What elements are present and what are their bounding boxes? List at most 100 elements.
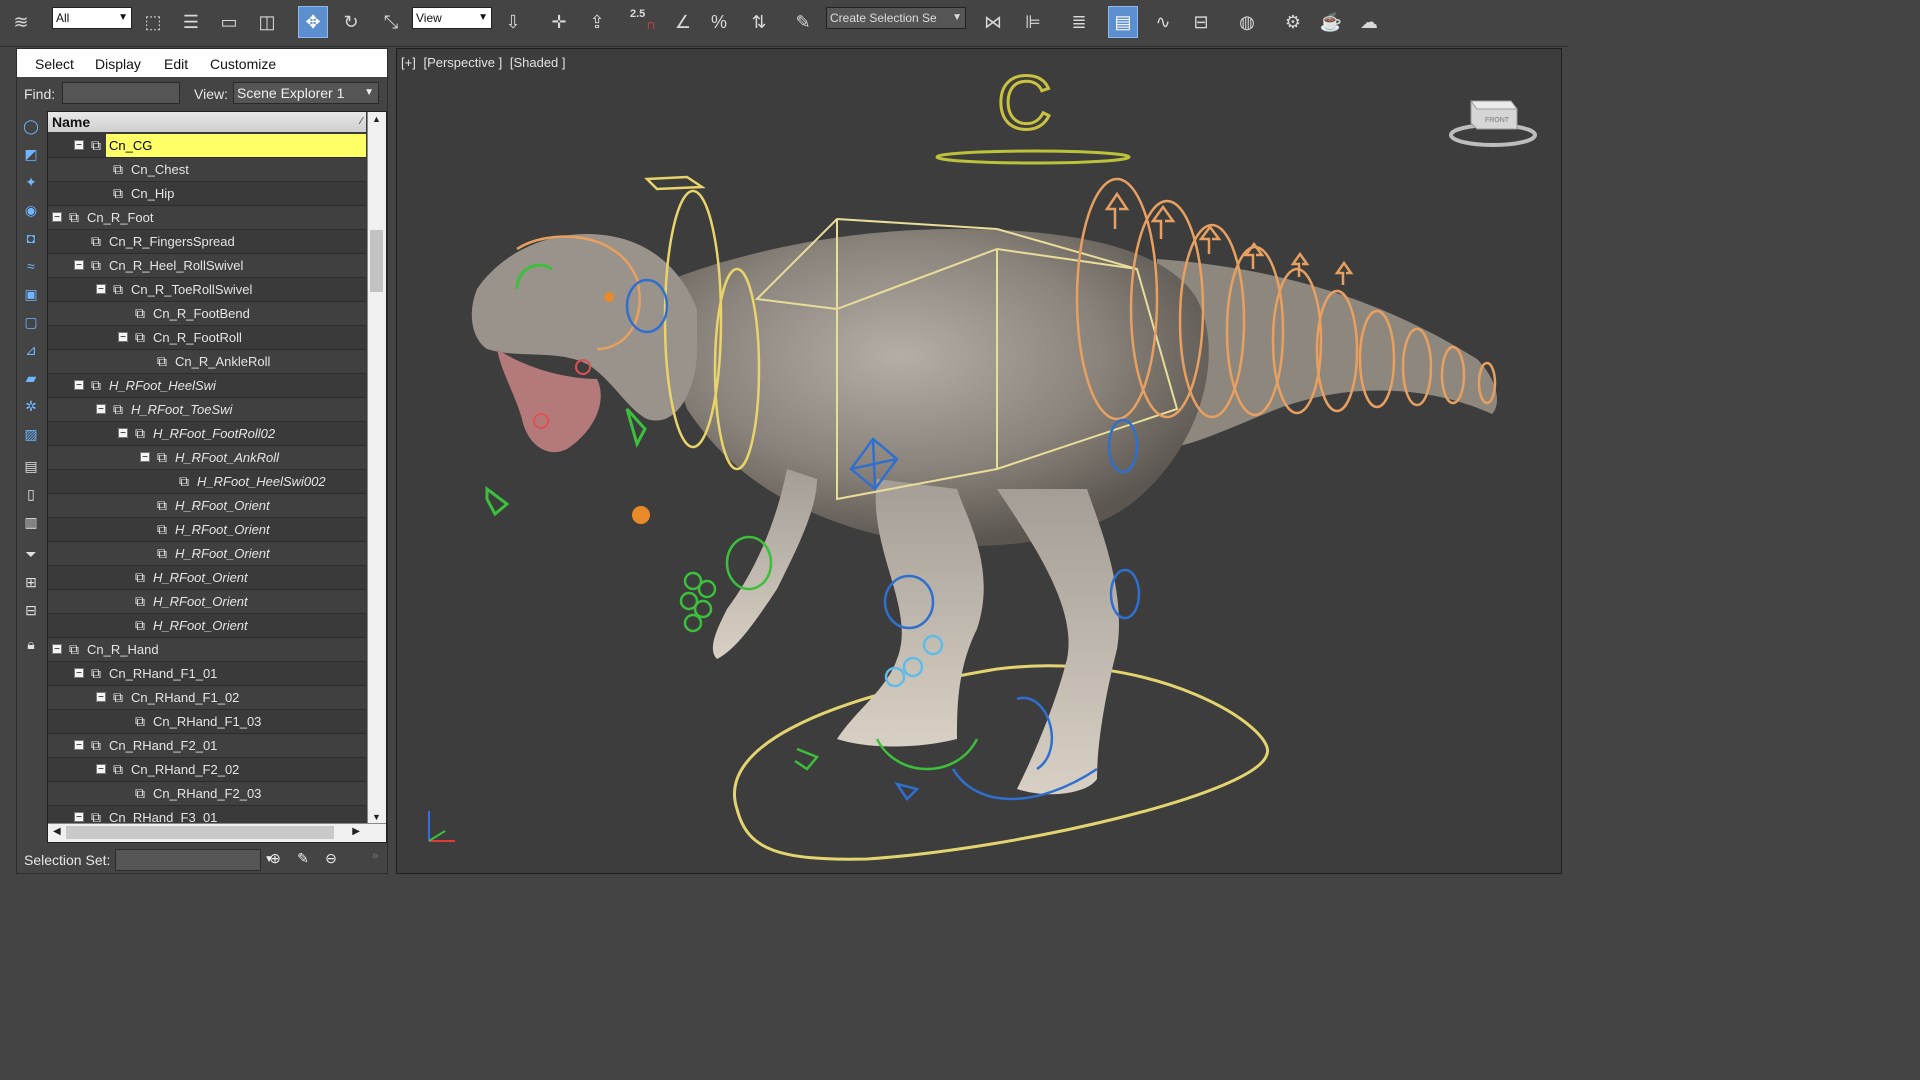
collapse-panel-icon[interactable]: » — [365, 850, 385, 870]
helper-object-icon[interactable]: ⧉ — [66, 209, 82, 225]
helper-object-icon[interactable]: ⧉ — [132, 785, 148, 801]
table-row[interactable]: ⧉ H_RFoot_Orient — [48, 566, 366, 590]
cog-halo-ring[interactable] — [935, 149, 1131, 165]
vertical-scrollbar[interactable]: ▲ ▼ — [367, 112, 386, 824]
helper-object-icon[interactable]: ⧉ — [132, 713, 148, 729]
viewport-menu-label[interactable]: [+] — [401, 55, 416, 70]
material-editor-icon[interactable]: ◍ — [1232, 6, 1262, 38]
display-frozen-icon[interactable]: ✲ — [20, 395, 42, 417]
logo-icon[interactable]: ≋ — [6, 6, 36, 38]
display-groups-icon[interactable]: ▣ — [20, 283, 42, 305]
helper-object-icon[interactable]: ⧉ — [132, 305, 148, 321]
collapse-toggle-icon[interactable]: − — [118, 428, 128, 439]
table-row[interactable]: ⧉ Cn_RHand_F1_03 — [48, 710, 366, 734]
object-name-label[interactable]: H_RFoot_FootRoll02 — [150, 422, 278, 445]
table-row[interactable]: − ⧉ Cn_RHand_F1_02 — [48, 686, 366, 710]
scroll-right-icon[interactable]: ▶ — [352, 826, 360, 837]
helper-object-icon[interactable]: ⧉ — [154, 449, 170, 465]
keyboard-shortcut-icon[interactable]: ⇪ — [582, 6, 612, 38]
display-shapes-icon[interactable]: ◩ — [20, 143, 42, 165]
object-name-label[interactable]: Cn_R_AnkleRoll — [172, 350, 273, 373]
curve-editor-icon[interactable]: ∿ — [1148, 6, 1178, 38]
viewcube-icon[interactable]: FRONT — [1447, 95, 1539, 155]
helper-object-icon[interactable]: ⧉ — [110, 761, 126, 777]
object-name-label[interactable]: H_RFoot_ToeSwi — [128, 398, 235, 421]
window-crossing-icon[interactable]: ◫ — [252, 6, 282, 38]
collapse-toggle-icon[interactable]: − — [96, 764, 106, 775]
collapse-toggle-icon[interactable]: − — [74, 812, 84, 823]
object-name-label[interactable]: Cn_R_FingersSpread — [106, 230, 238, 253]
percent-snap-icon[interactable]: % — [704, 6, 734, 38]
rectangular-selection-icon[interactable]: ▭ — [214, 6, 244, 38]
table-row[interactable]: − ⧉ H_RFoot_HeelSwi — [48, 374, 366, 398]
helper-object-icon[interactable]: ⧉ — [66, 641, 82, 657]
snap-toggle-icon[interactable]: ∩ — [636, 12, 666, 36]
name-column-header[interactable]: Name ⁄ — [48, 112, 366, 132]
object-name-label[interactable]: H_RFoot_Orient — [150, 566, 251, 589]
helper-object-icon[interactable]: ⧉ — [176, 473, 192, 489]
display-xrefs-icon[interactable]: ▢ — [20, 311, 42, 333]
named-selection-dropdown[interactable]: Create Selection Se ▼ — [826, 7, 966, 29]
mirror-icon[interactable]: ⋈ — [978, 6, 1008, 38]
viewport-pov-label[interactable]: [Perspective ] — [423, 55, 502, 70]
display-all-icon[interactable]: ▤ — [20, 455, 42, 477]
helper-object-icon[interactable]: ⧉ — [132, 329, 148, 345]
lock-icon[interactable]: 🔒︎ — [20, 633, 42, 655]
viewport-label[interactable]: [+] [Perspective ] [Shaded ] — [401, 55, 570, 70]
object-name-label[interactable]: Cn_R_FootRoll — [150, 326, 245, 349]
helper-object-icon[interactable]: ⧉ — [154, 497, 170, 513]
table-row[interactable]: ⧉ H_RFoot_Orient — [48, 542, 366, 566]
select-object-icon[interactable]: ⬚ — [138, 6, 168, 38]
filter-icon[interactable]: ⏷ — [20, 543, 42, 565]
object-name-label[interactable]: H_RFoot_AnkRoll — [172, 446, 282, 469]
rendered-frame-icon[interactable]: ☕ — [1316, 6, 1346, 38]
selection-set-remove-icon[interactable]: ⊖ — [321, 850, 341, 870]
display-none-icon[interactable]: ▯ — [20, 483, 42, 505]
helper-object-icon[interactable]: ⧉ — [88, 257, 104, 273]
object-name-label[interactable]: Cn_R_ToeRollSwivel — [128, 278, 255, 301]
object-name-label[interactable]: H_RFoot_HeelSwi — [106, 374, 219, 397]
head-control-arc[interactable] — [644, 175, 706, 191]
display-lights-icon[interactable]: ✦ — [20, 171, 42, 193]
helper-object-icon[interactable]: ⧉ — [88, 233, 104, 249]
object-name-label[interactable]: H_RFoot_Orient — [172, 518, 273, 541]
object-name-label[interactable]: Cn_R_Hand — [84, 638, 162, 661]
table-row[interactable]: − ⧉ H_RFoot_AnkRoll — [48, 446, 366, 470]
collapse-toggle-icon[interactable]: − — [140, 452, 150, 463]
hierarchy-filter-icon[interactable]: ⊞ — [20, 571, 42, 593]
move-tool-icon[interactable]: ✥ — [298, 6, 328, 38]
cog-c-helper-icon[interactable]: C — [996, 60, 1054, 148]
helper-object-icon[interactable]: ⧉ — [110, 281, 126, 297]
object-name-label[interactable]: Cn_CG — [106, 134, 366, 157]
helper-object-icon[interactable]: ⧉ — [110, 401, 126, 417]
helper-object-icon[interactable]: ⧉ — [88, 737, 104, 753]
display-geometry-icon[interactable]: ◯ — [20, 115, 42, 137]
horizontal-scrollbar[interactable]: ◀ ▶ — [48, 823, 386, 842]
scroll-up-icon[interactable]: ▲ — [372, 114, 381, 124]
viewport-shading-label[interactable]: [Shaded ] — [510, 55, 566, 70]
collapse-toggle-icon[interactable]: − — [52, 644, 62, 655]
collapse-toggle-icon[interactable]: − — [118, 332, 128, 343]
display-invert-icon[interactable]: ▥ — [20, 511, 42, 533]
orange-helper-dot[interactable] — [632, 506, 650, 524]
object-name-label[interactable]: H_RFoot_Orient — [172, 542, 273, 565]
table-row[interactable]: ⧉ H_RFoot_Orient — [48, 494, 366, 518]
helper-object-icon[interactable]: ⧉ — [132, 569, 148, 585]
edit-named-selection-icon[interactable]: ✎ — [788, 6, 818, 38]
selection-set-edit-icon[interactable]: ✎ — [293, 850, 313, 870]
scroll-down-icon[interactable]: ▼ — [372, 812, 381, 822]
viewport-scene[interactable]: C — [397, 49, 1562, 874]
menu-edit[interactable]: Edit — [164, 56, 188, 72]
selection-set-dropdown[interactable]: ▼ — [115, 849, 274, 871]
object-name-label[interactable]: Cn_Hip — [128, 182, 177, 205]
table-row[interactable]: ⧉ Cn_Chest — [48, 158, 366, 182]
table-row[interactable]: − ⧉ Cn_R_Heel_RollSwivel — [48, 254, 366, 278]
layer-manager-icon[interactable]: ≣ — [1064, 6, 1094, 38]
display-spacewarps-icon[interactable]: ≈ — [20, 255, 42, 277]
root-control-ellipse[interactable] — [733, 664, 1270, 861]
table-row[interactable]: ⧉ H_RFoot_Orient — [48, 590, 366, 614]
object-name-label[interactable]: Cn_RHand_F2_01 — [106, 734, 220, 757]
object-name-label[interactable]: Cn_R_FootBend — [150, 302, 253, 325]
object-name-label[interactable]: Cn_R_Heel_RollSwivel — [106, 254, 246, 277]
object-name-label[interactable]: Cn_R_Foot — [84, 206, 156, 229]
